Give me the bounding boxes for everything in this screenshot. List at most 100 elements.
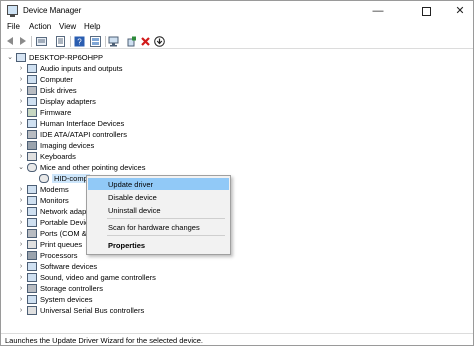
tree-item-label: Human Interface Devices xyxy=(40,119,125,128)
speaker-icon xyxy=(27,273,37,282)
monitor-icon xyxy=(27,196,37,205)
expand-chevron-icon[interactable]: › xyxy=(17,228,25,239)
view-icon[interactable] xyxy=(90,36,101,47)
tree-item-label: Monitors xyxy=(40,196,69,205)
network-adapter-icon xyxy=(27,207,37,216)
device-manager-icon xyxy=(7,5,18,17)
tree-item-display-adapters[interactable]: › Display adapters xyxy=(1,96,473,107)
properties-icon[interactable] xyxy=(36,36,47,47)
tree-root[interactable]: ⌄ DESKTOP-RP6OHPP xyxy=(1,52,473,63)
tree-item-sound[interactable]: › Sound, video and game controllers xyxy=(1,272,473,283)
modem-icon xyxy=(27,185,37,194)
tree-item-label: System devices xyxy=(40,295,93,304)
system-device-icon xyxy=(27,295,37,304)
uninstall-icon[interactable] xyxy=(140,36,151,47)
back-icon[interactable] xyxy=(5,36,16,47)
tree-item-ports[interactable]: › Ports (COM & xyxy=(1,228,473,239)
tree-item-disk-drives[interactable]: › Disk drives xyxy=(1,85,473,96)
expand-chevron-icon[interactable]: › xyxy=(17,206,25,217)
computer-icon xyxy=(16,53,26,62)
tree-item-computer[interactable]: › Computer xyxy=(1,74,473,85)
expand-chevron-icon[interactable]: › xyxy=(17,272,25,283)
tree-item-label: IDE ATA/ATAPI controllers xyxy=(40,130,127,139)
expand-chevron-icon[interactable]: › xyxy=(17,261,25,272)
expand-chevron-icon[interactable]: › xyxy=(17,140,25,151)
collapse-chevron-icon[interactable]: ⌄ xyxy=(6,52,14,63)
forward-icon[interactable] xyxy=(17,36,28,47)
storage-controller-icon xyxy=(27,284,37,293)
tree-item-hid[interactable]: › Human Interface Devices xyxy=(1,118,473,129)
toolbar-separator xyxy=(70,36,71,47)
collapse-chevron-icon[interactable]: ⌄ xyxy=(17,162,25,173)
maximize-button[interactable] xyxy=(409,1,443,21)
tree-item-system-devices[interactable]: › System devices xyxy=(1,294,473,305)
device-tree: ⌄ DESKTOP-RP6OHPP › Audio inputs and out… xyxy=(1,50,473,333)
expand-chevron-icon[interactable]: › xyxy=(17,250,25,261)
tree-item-label: Sound, video and game controllers xyxy=(40,273,156,282)
expand-chevron-icon[interactable]: › xyxy=(17,74,25,85)
help-icon[interactable]: ? xyxy=(74,36,85,47)
menu-help[interactable]: Help xyxy=(84,22,100,31)
tree-item-label: Storage controllers xyxy=(40,284,103,293)
tree-item-firmware[interactable]: › Firmware xyxy=(1,107,473,118)
tree-item-label: Network adapt xyxy=(40,207,89,216)
tree-item-mice[interactable]: ⌄ Mice and other pointing devices xyxy=(1,162,473,173)
scan-hardware-item[interactable]: Scan for hardware changes xyxy=(88,221,229,233)
close-button[interactable]: ✕ xyxy=(443,1,473,21)
tree-item-print-queues[interactable]: › Print queues xyxy=(1,239,473,250)
expand-chevron-icon[interactable]: › xyxy=(17,184,25,195)
expand-chevron-icon[interactable]: › xyxy=(17,63,25,74)
expand-chevron-icon[interactable]: › xyxy=(17,107,25,118)
status-bar: Launches the Update Driver Wizard for th… xyxy=(1,333,473,345)
tree-item-software-devices[interactable]: › Software devices xyxy=(1,261,473,272)
tree-item-label: Ports (COM & xyxy=(40,229,87,238)
minimize-button[interactable]: — xyxy=(361,1,395,21)
add-driver-icon[interactable] xyxy=(126,36,137,47)
ide-controller-icon xyxy=(27,130,37,139)
tree-item-monitors[interactable]: › Monitors xyxy=(1,195,473,206)
tree-item-imaging[interactable]: › Imaging devices xyxy=(1,140,473,151)
svg-text:?: ? xyxy=(77,38,82,47)
expand-chevron-icon[interactable]: › xyxy=(17,283,25,294)
tree-item-processors[interactable]: › Processors xyxy=(1,250,473,261)
tree-item-usb[interactable]: › Universal Serial Bus controllers xyxy=(1,305,473,316)
toolbar-separator xyxy=(31,36,32,47)
expand-chevron-icon[interactable]: › xyxy=(17,151,25,162)
tree-item-label: Mice and other pointing devices xyxy=(40,163,146,172)
expand-chevron-icon[interactable]: › xyxy=(17,294,25,305)
tree-root-label: DESKTOP-RP6OHPP xyxy=(29,53,104,62)
expand-chevron-icon[interactable]: › xyxy=(17,305,25,316)
expand-chevron-icon[interactable]: › xyxy=(17,85,25,96)
tree-item-storage[interactable]: › Storage controllers xyxy=(1,283,473,294)
properties-item[interactable]: Properties xyxy=(88,239,229,251)
expand-chevron-icon[interactable]: › xyxy=(17,239,25,250)
tree-item-label: Audio inputs and outputs xyxy=(40,64,123,73)
mouse-icon xyxy=(27,163,37,172)
menu-action[interactable]: Action xyxy=(29,22,51,31)
expand-chevron-icon[interactable]: › xyxy=(17,129,25,140)
list-icon[interactable] xyxy=(55,36,66,47)
context-menu: Update driver Disable device Uninstall d… xyxy=(86,175,231,255)
scan-icon[interactable] xyxy=(108,36,119,47)
firmware-icon xyxy=(27,108,37,117)
tree-item-keyboards[interactable]: › Keyboards xyxy=(1,151,473,162)
tree-item-hid-compliant-mouse[interactable]: HID-comp xyxy=(1,173,473,184)
tree-item-network[interactable]: › Network adapt xyxy=(1,206,473,217)
tree-item-audio[interactable]: › Audio inputs and outputs xyxy=(1,63,473,74)
tree-item-label: Computer xyxy=(40,75,73,84)
disable-device-item[interactable]: Disable device xyxy=(88,191,229,203)
tree-item-ide[interactable]: › IDE ATA/ATAPI controllers xyxy=(1,129,473,140)
expand-chevron-icon[interactable]: › xyxy=(17,118,25,129)
expand-chevron-icon[interactable]: › xyxy=(17,195,25,206)
menu-file[interactable]: File xyxy=(7,22,20,31)
update-driver-item[interactable]: Update driver xyxy=(88,178,229,190)
tree-item-portable[interactable]: › Portable Devic xyxy=(1,217,473,228)
expand-chevron-icon[interactable]: › xyxy=(17,96,25,107)
tree-item-label: Firmware xyxy=(40,108,72,117)
tree-item-modems[interactable]: › Modems xyxy=(1,184,473,195)
menu-view[interactable]: View xyxy=(59,22,76,31)
download-icon[interactable] xyxy=(154,36,165,47)
uninstall-device-item[interactable]: Uninstall device xyxy=(88,204,229,216)
expand-chevron-icon[interactable]: › xyxy=(17,217,25,228)
menu-item-label: Uninstall device xyxy=(108,206,161,215)
